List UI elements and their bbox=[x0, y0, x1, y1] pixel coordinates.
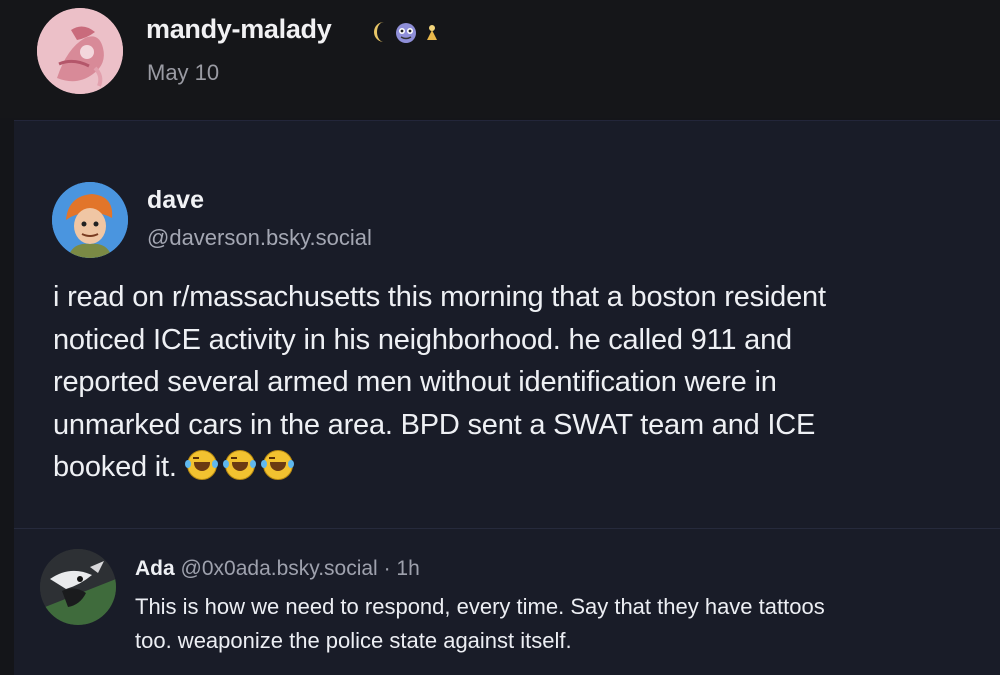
post-text-line: reported several armed men without ident… bbox=[53, 366, 777, 398]
meta-separator: · bbox=[383, 557, 391, 580]
avatar-image bbox=[40, 549, 116, 625]
rolling-laughing-emoji bbox=[260, 450, 294, 481]
username[interactable]: mandy-malady bbox=[146, 14, 332, 45]
avatar-image bbox=[37, 8, 123, 94]
display-name[interactable]: Ada bbox=[135, 557, 175, 580]
avatar[interactable] bbox=[40, 549, 116, 625]
post-text-fragment: booked it. bbox=[53, 451, 177, 483]
rolling-laughing-emoji bbox=[222, 450, 256, 481]
post-text: i read on r/massachusetts this morning t… bbox=[53, 276, 988, 489]
emoji-group bbox=[184, 450, 294, 481]
user-handle[interactable]: @0x0ada.bsky.social bbox=[181, 557, 378, 580]
frog-face-icon bbox=[396, 23, 416, 43]
reply-text-line: This is how we need to respond, every ti… bbox=[135, 594, 825, 619]
post-text-line: noticed ICE activity in his neighborhood… bbox=[53, 323, 792, 356]
reply-text-line: too. weaponize the police state against … bbox=[135, 628, 572, 653]
post-date: May 10 bbox=[147, 60, 220, 85]
avatar[interactable] bbox=[52, 182, 128, 258]
reply-meta: Ada @0x0ada.bsky.social · 1h bbox=[135, 557, 420, 581]
display-name[interactable]: dave bbox=[147, 186, 204, 215]
post-text-line-last: booked it. bbox=[53, 446, 988, 489]
reply-text: This is how we need to respond, every ti… bbox=[135, 590, 1000, 658]
user-handle[interactable]: @daverson.bsky.social bbox=[147, 225, 372, 251]
post-text-line: unmarked cars in the area. BPD sent a SW… bbox=[53, 408, 816, 441]
reply-time: 1h bbox=[396, 557, 420, 580]
moon-icon bbox=[374, 22, 384, 42]
avatar[interactable] bbox=[37, 8, 123, 94]
post-header: mandy-malady May 10 bbox=[0, 0, 1000, 118]
divider bbox=[14, 528, 1000, 529]
sparkle-icon bbox=[427, 25, 437, 40]
screenshot: mandy-malady May 10 dave @daverson.bsky.… bbox=[0, 0, 1000, 675]
avatar-image bbox=[52, 182, 128, 258]
profile-badges bbox=[370, 17, 440, 47]
rolling-laughing-emoji bbox=[184, 450, 218, 481]
post-text-line: i read on r/massachusetts this morning t… bbox=[53, 281, 826, 313]
